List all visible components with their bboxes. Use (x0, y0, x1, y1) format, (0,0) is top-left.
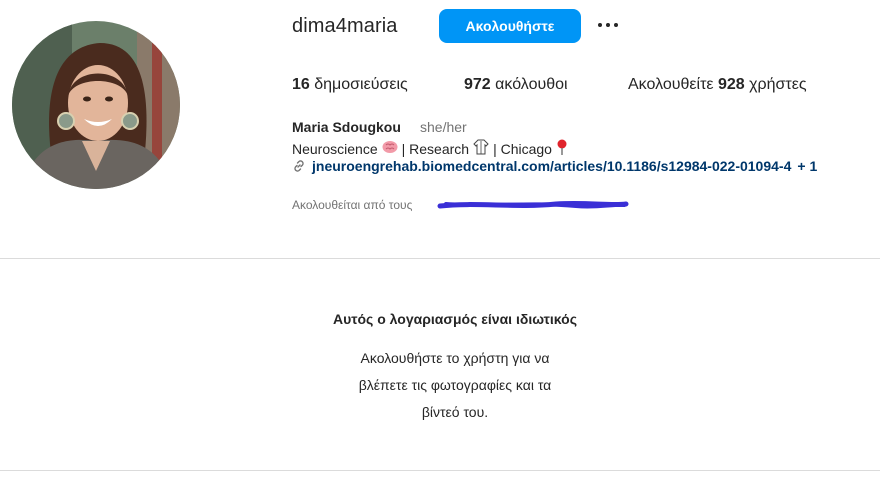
private-message-line-3: βίντεό του. (421, 404, 489, 420)
following-prefix: Ακολουθείτε (628, 76, 714, 93)
private-account-message: Ακολουθήστε το χρήστη για να βλέπετε τις… (330, 345, 580, 426)
bio-text-2: | Research (401, 140, 470, 157)
lab-coat-icon (473, 139, 489, 158)
followed-by-text[interactable]: Ακολουθείται από τους (292, 198, 412, 212)
link-icon (292, 159, 306, 173)
follow-button[interactable]: Ακολουθήστε (439, 9, 581, 43)
private-account-title: Αυτός ο λογαριασμός είναι ιδιωτικός (333, 311, 577, 327)
posts-count-value: 16 (292, 76, 310, 93)
private-message-line-2: βλέπετε τις φωτογραφίες και τα (358, 377, 552, 393)
profile-bio: Neuroscience | Research | Chicago (292, 139, 572, 158)
profile-avatar[interactable] (12, 21, 180, 189)
profile-pronouns: she/her (420, 119, 467, 135)
avatar-photo (12, 21, 180, 189)
private-message-line-1: Ακολουθήστε το χρήστη για να (360, 350, 550, 366)
bio-text-1: Neuroscience (292, 140, 378, 157)
followers-count[interactable]: 972 ακόλουθοι (464, 76, 568, 94)
posts-count-label: δημοσιεύσεις (314, 76, 408, 93)
following-count-value: 928 (717, 76, 745, 93)
more-options-icon[interactable] (593, 14, 623, 36)
pin-icon (556, 139, 568, 158)
section-divider-top (0, 258, 880, 259)
following-count[interactable]: Ακολουθείτε 928 χρήστες (628, 76, 807, 94)
followers-count-value: 972 (464, 76, 491, 93)
profile-username: dima4maria (292, 15, 398, 37)
profile-link-text[interactable]: jneuroengrehab.biomedcentral.com/article… (312, 158, 791, 174)
followers-count-label: ακόλουθοι (495, 76, 568, 93)
bio-text-3: | Chicago (493, 140, 552, 157)
following-suffix: χρήστες (749, 76, 807, 93)
profile-link-extra[interactable]: + 1 (797, 158, 817, 174)
profile-full-name: Maria Sdougkou (292, 119, 401, 135)
posts-count: 16 δημοσιεύσεις (292, 76, 408, 94)
redaction-scribble (437, 200, 629, 209)
brain-icon (382, 140, 398, 157)
profile-link[interactable]: jneuroengrehab.biomedcentral.com/article… (292, 158, 817, 174)
section-divider-bottom (0, 470, 880, 471)
